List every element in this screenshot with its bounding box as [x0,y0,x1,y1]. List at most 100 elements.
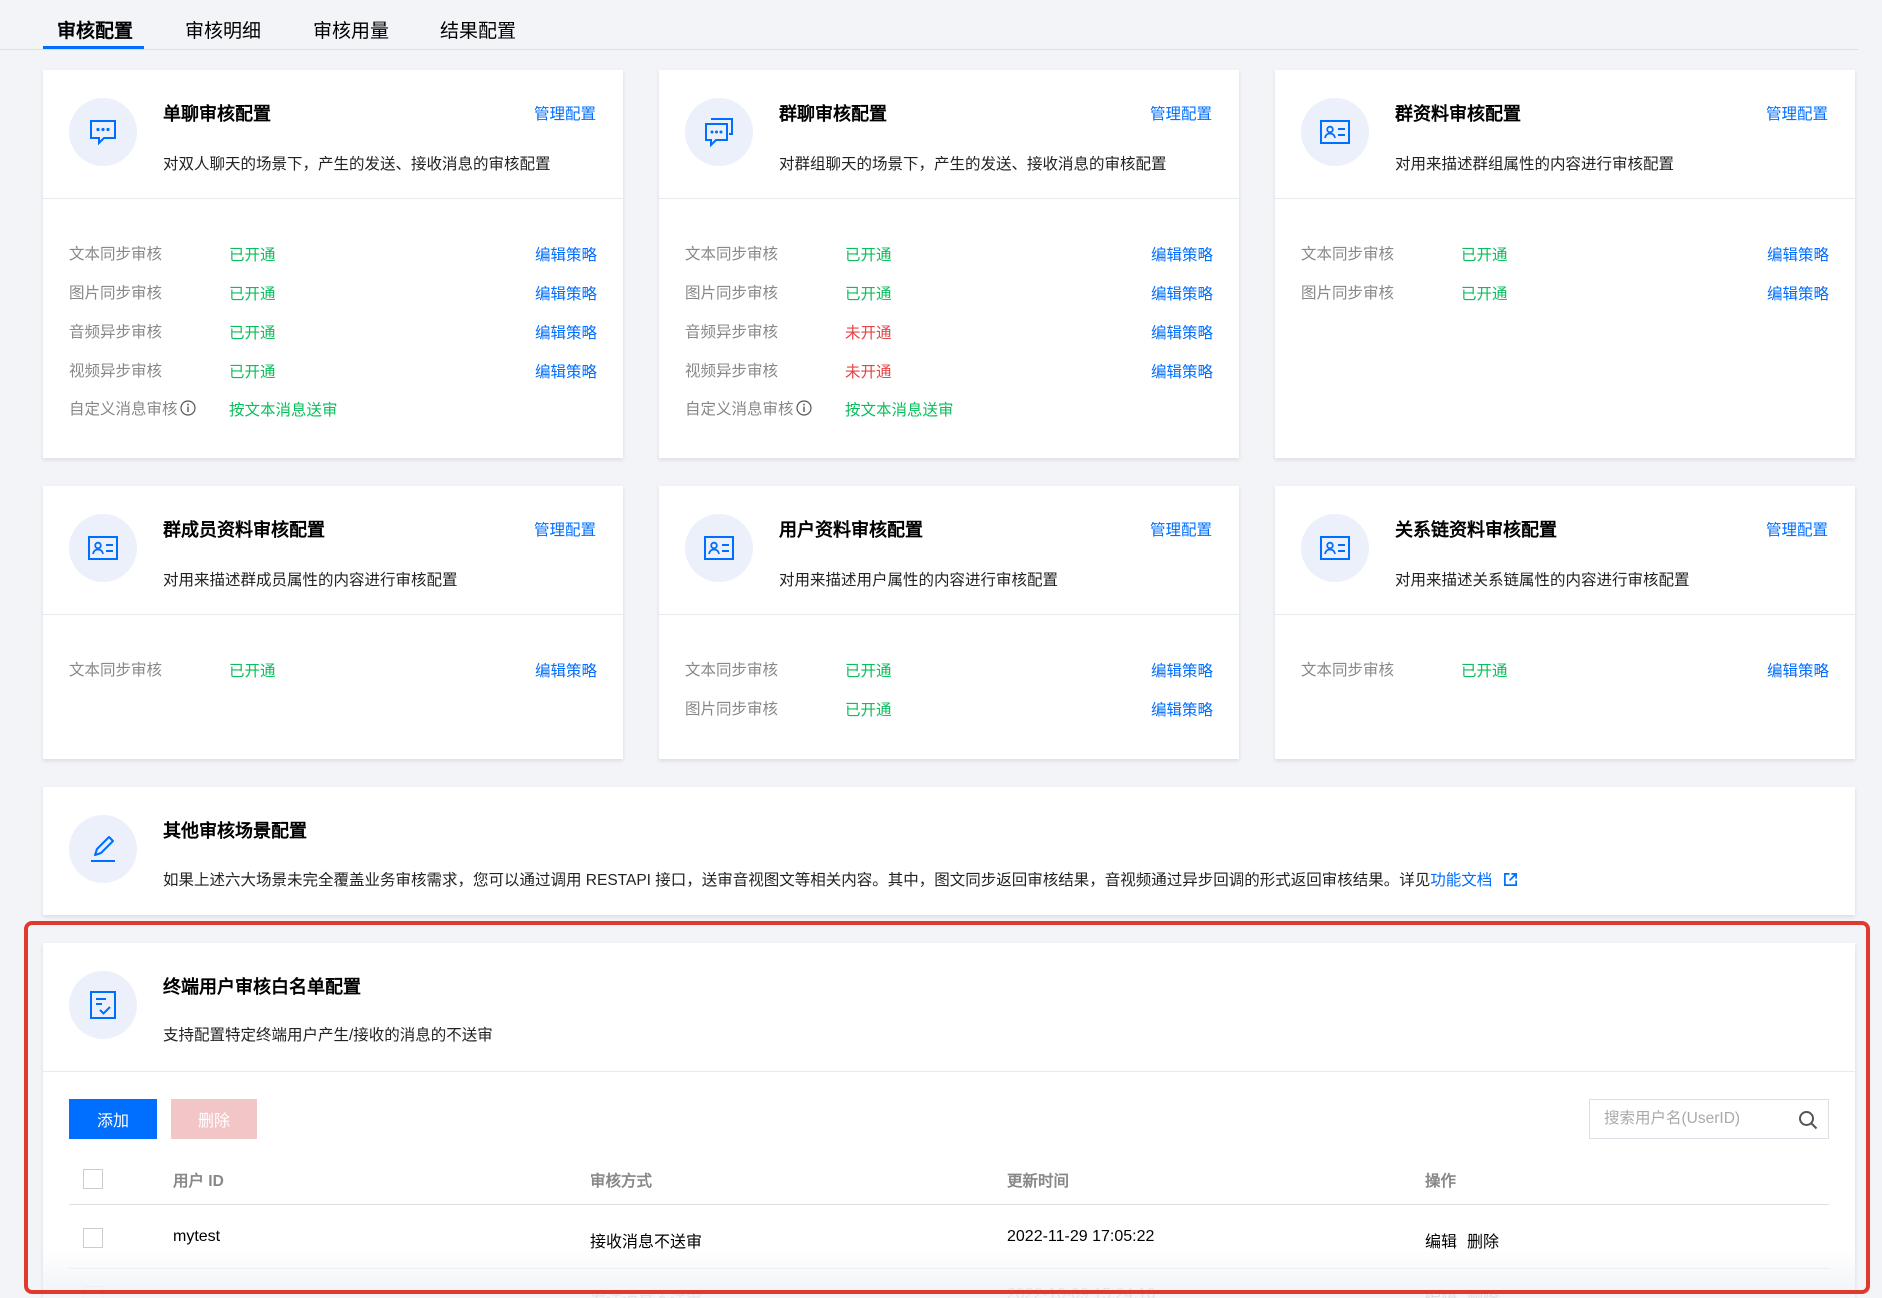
row-label: 图片同步审核 [685,701,779,718]
search-input[interactable] [1604,1100,1794,1138]
card-description: 对用来描述关系链属性的内容进行审核配置 [1395,572,1690,589]
id-card-icon [88,536,118,560]
card-title: 群聊审核配置 [779,104,887,124]
id-card-icon [704,536,734,560]
row-label: 文本同步审核 [685,246,779,263]
add-button[interactable]: 添加 [69,1099,157,1139]
select-all-checkbox[interactable] [83,1169,103,1189]
status-text: 已开通 [1461,663,1508,680]
manage-config-link[interactable]: 管理配置 [1150,102,1212,124]
card-title: 终端用户审核白名单配置 [163,977,361,997]
edit-policy-link[interactable]: 编辑策略 [1151,321,1213,343]
tab-audit-detail[interactable]: 审核明细 [185,16,261,43]
card-description: 对群组聊天的场景下，产生的发送、接收消息的审核配置 [779,156,1167,173]
cell-mode: 接收消息不送审 [590,1234,703,1251]
manage-config-link[interactable]: 管理配置 [534,518,596,540]
status-text: 未开通 [845,325,892,342]
id-card-icon-wrap [1301,98,1369,166]
card-whitelist: 终端用户审核白名单配置 支持配置特定终端用户产生/接收的消息的不送审 [43,943,1855,1298]
tab-audit-config[interactable]: 审核配置 [57,16,133,43]
active-tab-indicator [43,46,144,49]
edit-policy-link[interactable]: 编辑策略 [535,282,597,304]
tab-audit-usage[interactable]: 审核用量 [313,16,389,43]
id-card-icon-wrap [1301,514,1369,582]
row-edit-link[interactable]: 编辑 [1425,1286,1457,1298]
status-text: 已开通 [229,325,276,342]
edit-pen-icon-wrap [69,815,137,883]
card-description: 对用来描述群成员属性的内容进行审核配置 [163,572,458,589]
other-desc-text: 如果上述六大场景未完全覆盖业务审核需求，您可以通过调用 RESTAPI 接口，送… [163,872,1431,889]
row-label: 文本同步审核 [1301,246,1395,263]
card-description: 对双人聊天的场景下，产生的发送、接收消息的审核配置 [163,156,551,173]
card-title: 关系链资料审核配置 [1395,520,1557,540]
cell-updated: 2022-10-09 15:24:18 [1007,1286,1156,1298]
card-group-member-profile: 群成员资料审核配置 管理配置 对用来描述群成员属性的内容进行审核配置 文本同步审… [43,486,623,759]
status-text: 已开通 [229,364,276,381]
delete-button[interactable]: 删除 [171,1099,257,1139]
edit-policy-link[interactable]: 编辑策略 [1151,282,1213,304]
card-title: 用户资料审核配置 [779,520,923,540]
group-chat-icon [705,118,733,148]
function-doc-link[interactable]: 功能文档 [1430,872,1492,889]
card-description: 支持配置特定终端用户产生/接收的消息的不送审 [163,1027,493,1044]
chat-bubble-icon-wrap [69,98,137,166]
row-delete-link[interactable]: 删除 [1467,1228,1499,1252]
column-header-user-id: 用户 ID [173,1173,224,1190]
status-text: 已开通 [1461,247,1508,264]
edit-policy-link[interactable]: 编辑策略 [535,659,597,681]
edit-policy-link[interactable]: 编辑策略 [535,243,597,265]
cell-mode: 发送消息不送审 [590,1286,702,1298]
table-header-divider [69,1204,1829,1205]
card-title: 其他审核场景配置 [163,821,307,841]
row-edit-link[interactable]: 编辑 [1425,1228,1457,1252]
info-icon[interactable] [795,400,812,416]
edit-policy-link[interactable]: 编辑策略 [1767,659,1829,681]
row-label: 图片同步审核 [69,285,163,302]
manage-config-link[interactable]: 管理配置 [1766,518,1828,540]
card-other-scenarios: 其他审核场景配置 如果上述六大场景未完全覆盖业务审核需求，您可以通过调用 RES… [43,787,1855,915]
edit-policy-link[interactable]: 编辑策略 [1151,698,1213,720]
manage-config-link[interactable]: 管理配置 [534,102,596,124]
card-title: 单聊审核配置 [163,104,271,124]
row-label-custom: 自定义消息审核 [685,397,812,419]
row-checkbox[interactable] [83,1228,103,1248]
group-chat-icon-wrap [685,98,753,166]
row-label: 视频异步审核 [69,363,163,380]
card-group-profile: 群资料审核配置 管理配置 对用来描述群组属性的内容进行审核配置 文本同步审核 已… [1275,70,1855,458]
edit-policy-link[interactable]: 编辑策略 [1151,659,1213,681]
edit-policy-link[interactable]: 编辑策略 [535,360,597,382]
row-checkbox[interactable] [83,1286,103,1298]
edit-pen-icon [91,836,115,862]
row-label-text: 自定义消息审核 [685,401,794,418]
card-title: 群成员资料审核配置 [163,520,325,540]
search-icon[interactable] [1798,1110,1818,1130]
row-label: 文本同步审核 [685,662,779,679]
card-description: 如果上述六大场景未完全覆盖业务审核需求，您可以通过调用 RESTAPI 接口，送… [163,868,1518,890]
column-header-actions: 操作 [1425,1173,1457,1190]
edit-policy-link[interactable]: 编辑策略 [1767,243,1829,265]
row-label: 文本同步审核 [69,246,163,263]
status-text: 已开通 [845,286,892,303]
row-label-custom: 自定义消息审核 [69,397,196,419]
edit-policy-link[interactable]: 编辑策略 [1151,243,1213,265]
id-card-icon-wrap [69,514,137,582]
card-single-chat: 单聊审核配置 管理配置 对双人聊天的场景下，产生的发送、接收消息的审核配置 文本… [43,70,623,458]
row-label: 文本同步审核 [1301,662,1395,679]
info-icon[interactable] [179,400,196,416]
id-card-icon [1320,120,1350,144]
edit-policy-link[interactable]: 编辑策略 [1151,360,1213,382]
status-text: 已开通 [845,702,892,719]
edit-policy-link[interactable]: 编辑策略 [535,321,597,343]
external-link-icon[interactable] [1503,872,1518,887]
status-text: 按文本消息送审 [229,402,338,419]
manage-config-link[interactable]: 管理配置 [1150,518,1212,540]
status-text: 已开通 [845,247,892,264]
card-description: 对用来描述群组属性的内容进行审核配置 [1395,156,1675,173]
manage-config-link[interactable]: 管理配置 [1766,102,1828,124]
card-title: 群资料审核配置 [1395,104,1521,124]
edit-policy-link[interactable]: 编辑策略 [1767,282,1829,304]
tab-result-config[interactable]: 结果配置 [440,16,516,43]
status-text: 已开通 [229,663,276,680]
row-label-text: 自定义消息审核 [69,401,178,418]
row-delete-link[interactable]: 删除 [1467,1286,1499,1298]
